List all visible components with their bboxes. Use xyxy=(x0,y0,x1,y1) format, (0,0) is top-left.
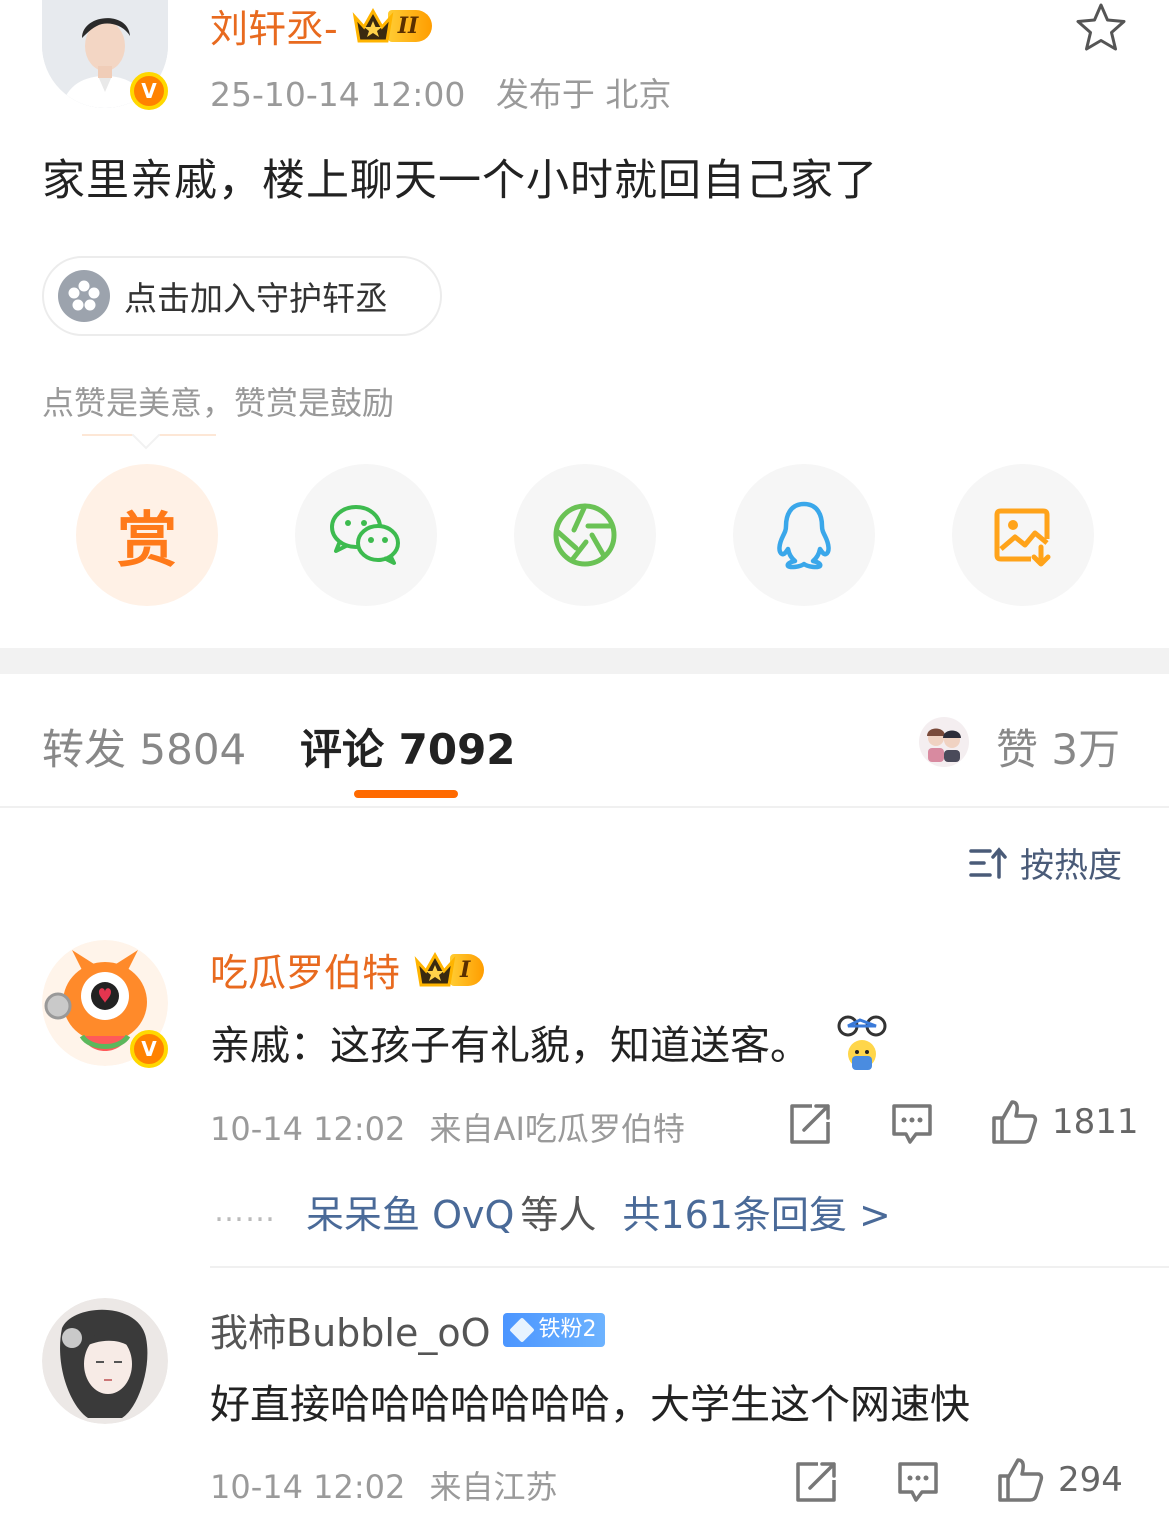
tab-repost-count: 5804 xyxy=(139,725,247,774)
vip-crown-badge[interactable]: II xyxy=(352,6,433,46)
like-comment-button[interactable]: 1811 xyxy=(990,1098,1139,1146)
sort-label: 按热度 xyxy=(1020,846,1122,886)
tab-like-count: 3万 xyxy=(1051,725,1121,774)
tab-comment[interactable]: 评论 7092 xyxy=(300,716,516,777)
fan-level-label: 铁粉2 xyxy=(538,1316,597,1342)
comment-avatar[interactable] xyxy=(42,1298,168,1424)
tooltip-arrow xyxy=(131,433,161,450)
comment-divider xyxy=(210,1266,1169,1268)
share-qq-button[interactable] xyxy=(733,464,875,606)
comment-time: 10-14 12:02 xyxy=(210,1110,406,1148)
repost-comment-icon[interactable] xyxy=(788,1102,832,1146)
post-author-name[interactable]: 刘轩丞- xyxy=(210,0,338,53)
crown-icon xyxy=(352,7,394,45)
tab-repost[interactable]: 转发 5804 xyxy=(42,716,246,777)
comment-author-name[interactable]: 我柿Bubble_oO xyxy=(210,1302,491,1357)
qq-icon xyxy=(777,501,831,570)
reply-comment-icon[interactable] xyxy=(896,1460,940,1504)
join-guard-button[interactable]: 点击加入守护轩丞 xyxy=(42,256,442,336)
favorite-star-icon[interactable] xyxy=(1074,2,1128,52)
comment-time: 10-14 12:02 xyxy=(210,1468,406,1506)
verified-badge-icon: V xyxy=(130,1030,168,1068)
comment-body: 亲戚：这孩子有礼貌，知道送客。 xyxy=(210,1012,892,1072)
diamond-icon xyxy=(508,1316,535,1343)
reply-comment-icon[interactable] xyxy=(890,1102,934,1146)
reward-icon: 赏 xyxy=(117,505,177,576)
verified-badge-icon: V xyxy=(130,72,168,110)
reply-total-link[interactable]: 共161条回复 > xyxy=(622,1184,890,1239)
tab-comment-label: 评论 xyxy=(300,725,385,774)
comment-meta: 10-14 12:02 来自江苏 xyxy=(210,1462,558,1508)
comment-like-count: 294 xyxy=(1058,1460,1123,1500)
post-meta: 25-10-14 12:00 发布于 北京 xyxy=(210,68,671,116)
post-location: 北京 xyxy=(605,75,672,114)
liker-avatar-icon xyxy=(919,717,969,767)
bike-emoji-icon xyxy=(832,1012,892,1072)
crown-icon xyxy=(414,951,456,989)
reply-connector: 等人 xyxy=(520,1193,597,1237)
repost-comment-icon[interactable] xyxy=(794,1460,838,1504)
comment-text: 好直接哈哈哈哈哈哈哈，大学生这个网速快 xyxy=(210,1382,970,1428)
tab-divider xyxy=(0,806,1169,808)
reply-dots: …… xyxy=(214,1194,276,1229)
vip-crown-badge[interactable]: I xyxy=(414,950,485,990)
share-moments-button[interactable] xyxy=(514,464,656,606)
tab-repost-label: 转发 xyxy=(42,725,127,774)
comment-source: 来自江苏 xyxy=(429,1468,558,1506)
post-timestamp: 25-10-14 12:00 xyxy=(210,75,466,114)
thumbs-up-icon xyxy=(998,1458,1044,1502)
vip-rank-tag: II xyxy=(387,9,433,42)
post-location-prefix: 发布于 xyxy=(495,75,595,114)
liker-avatars[interactable] xyxy=(918,716,970,768)
reward-button[interactable]: 赏 xyxy=(76,464,218,606)
tab-like[interactable]: 赞 3万 xyxy=(996,716,1120,777)
comment-meta: 10-14 12:02 来自AI吃瓜罗伯特 xyxy=(210,1104,685,1150)
moments-icon xyxy=(553,503,617,567)
reply-users[interactable]: 呆呆鱼 OvQ xyxy=(306,1184,514,1239)
sort-button[interactable]: 按热度 xyxy=(968,838,1122,887)
flower-icon xyxy=(58,270,110,322)
comment-like-count: 1811 xyxy=(1052,1102,1139,1142)
save-image-icon xyxy=(994,508,1051,567)
fan-level-badge[interactable]: 铁粉2 xyxy=(502,1312,605,1347)
share-wechat-button[interactable] xyxy=(295,464,437,606)
comment-author-name[interactable]: 吃瓜罗伯特 xyxy=(210,942,400,997)
comment-text: 亲戚：这孩子有礼貌，知道送客。 xyxy=(210,1023,810,1069)
sort-icon xyxy=(969,846,1007,879)
join-guard-label: 点击加入守护轩丞 xyxy=(124,279,388,318)
reply-summary[interactable]: …… 呆呆鱼 OvQ 等人 共161条回复 > xyxy=(214,1184,891,1239)
tab-comment-count: 7092 xyxy=(398,725,516,774)
thumbs-up-icon xyxy=(992,1100,1038,1144)
wechat-icon xyxy=(330,505,400,565)
save-image-button[interactable] xyxy=(952,464,1094,606)
comment-source: 来自AI吃瓜罗伯特 xyxy=(429,1110,685,1148)
active-tab-indicator xyxy=(354,790,458,798)
section-separator xyxy=(0,648,1169,674)
like-comment-button[interactable]: 294 xyxy=(996,1456,1123,1504)
tab-like-label: 赞 xyxy=(996,725,1039,774)
illustrated-girl-avatar-icon xyxy=(42,1298,168,1424)
post-text: 家里亲戚，楼上聊天一个小时就回自己家了 xyxy=(42,156,878,206)
reward-hint: 点赞是美意，赞赏是鼓励 xyxy=(42,384,395,422)
